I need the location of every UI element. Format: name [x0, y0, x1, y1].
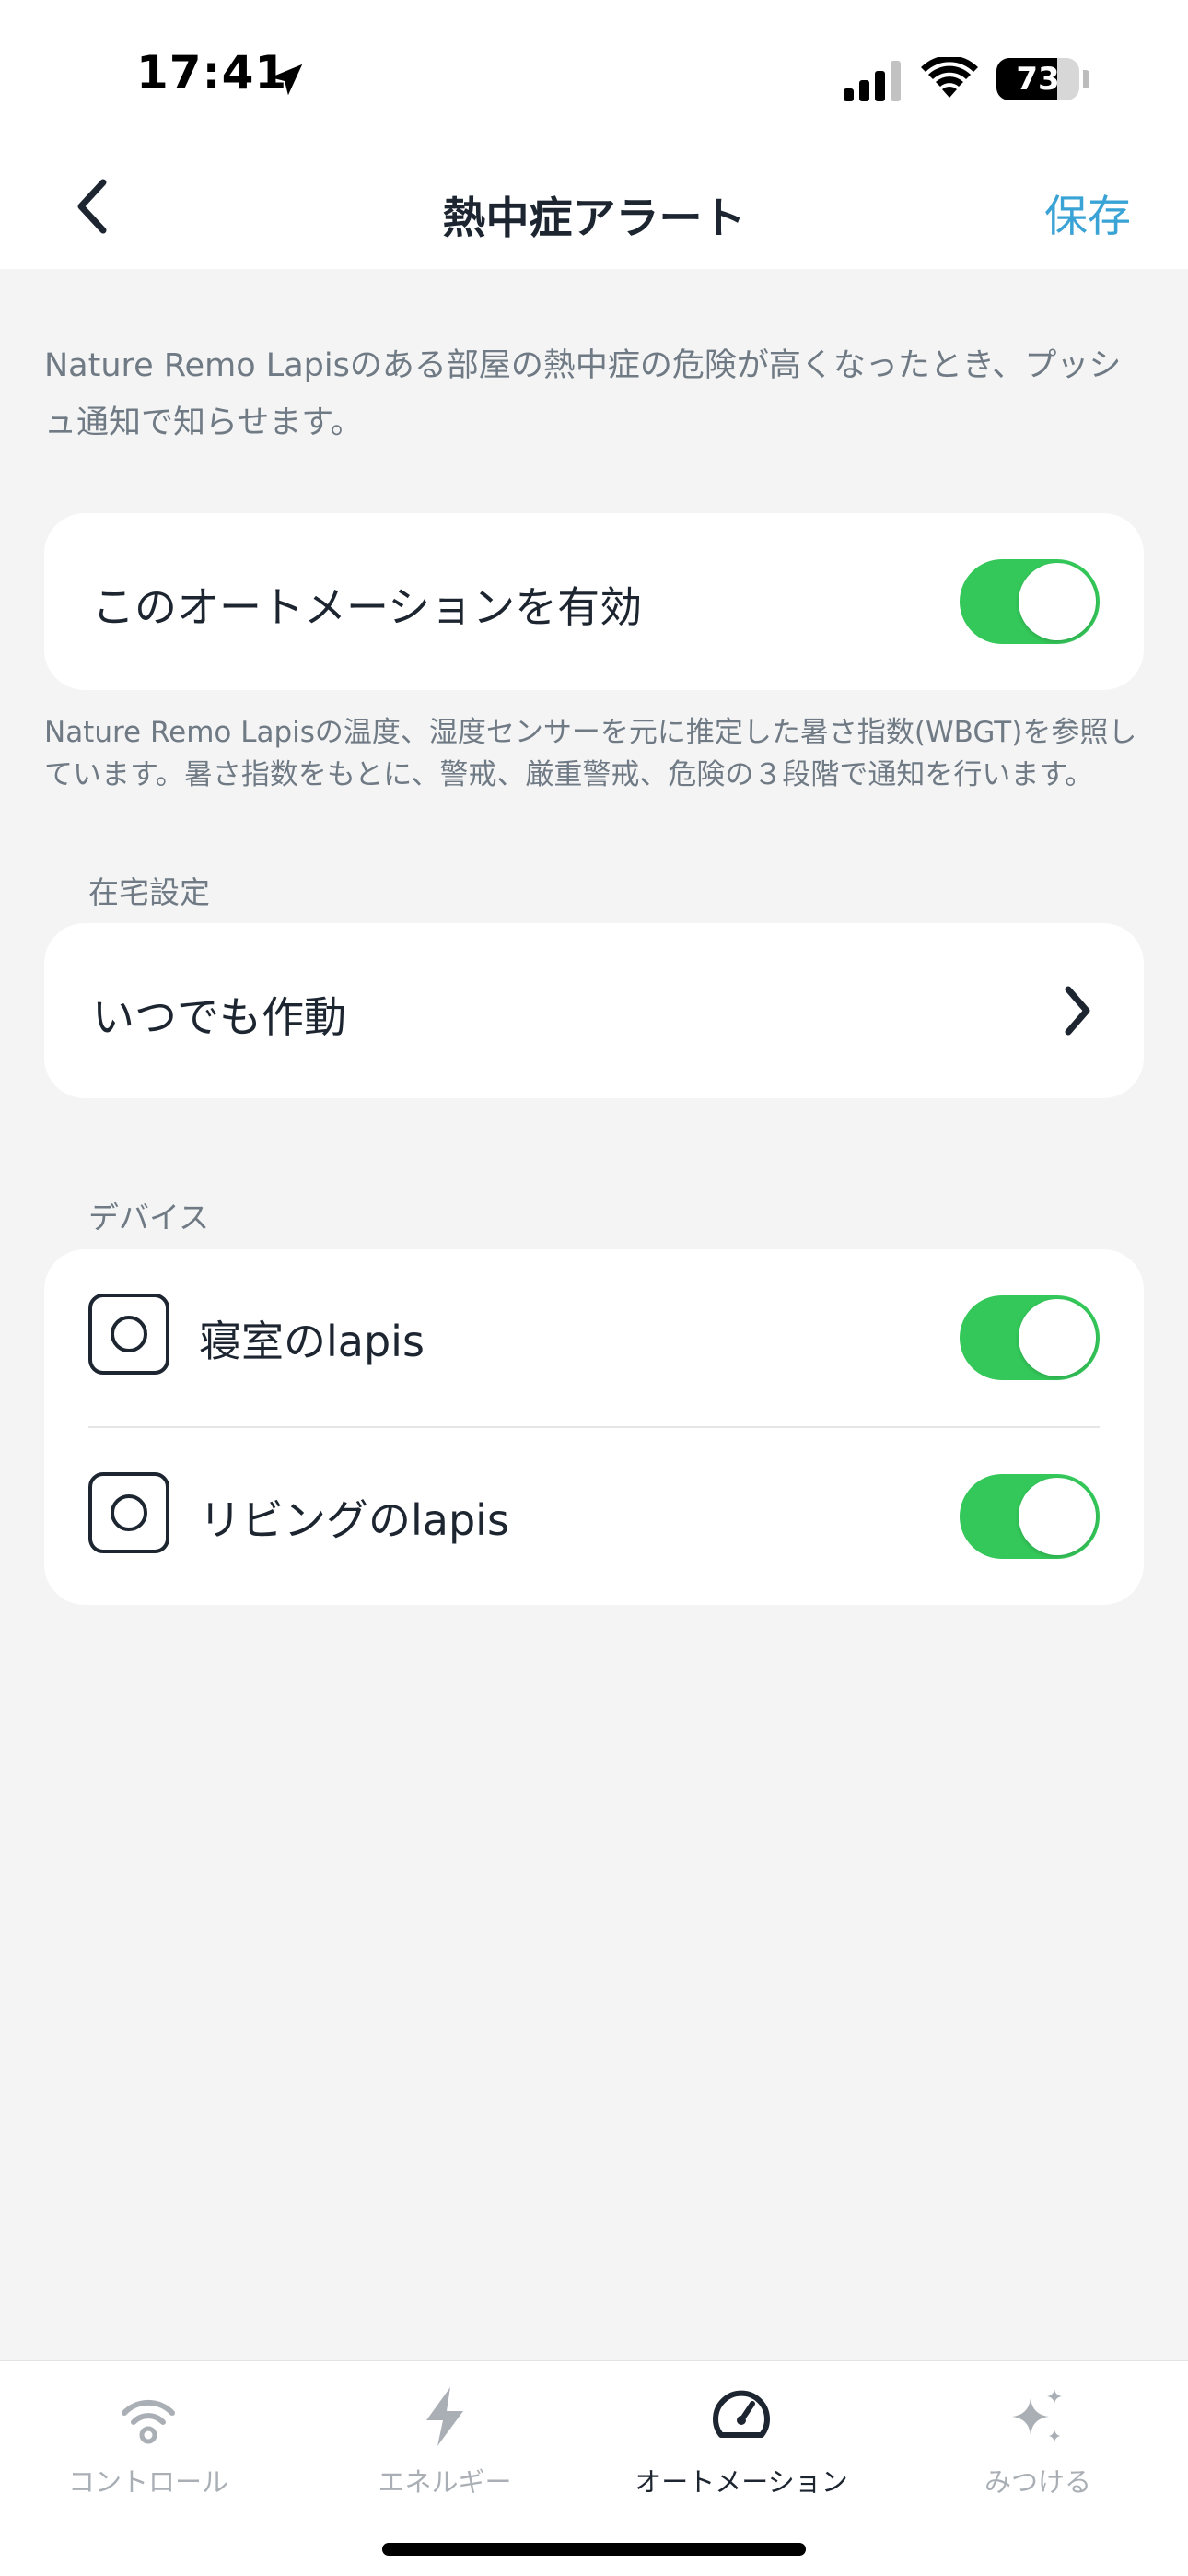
- home-indicator[interactable]: [382, 2543, 806, 2556]
- status-bar: 17:41 73: [0, 0, 1188, 147]
- enable-automation-label: このオートメーションを有効: [92, 582, 643, 632]
- lightning-bolt-icon: [426, 2387, 463, 2446]
- home-setting-value: いつでも作動: [92, 992, 346, 1042]
- toggle-knob: [1019, 1478, 1096, 1555]
- tab-energy[interactable]: エネルギー: [297, 2361, 593, 2500]
- tab-automation[interactable]: オートメーション: [593, 2361, 890, 2500]
- lapis-device-icon: [88, 1472, 169, 1553]
- battery-percent: 73: [1016, 61, 1060, 98]
- divider: [88, 1426, 1100, 1428]
- device-name-living: リビングのlapis: [199, 1495, 509, 1545]
- device-toggle-bedroom[interactable]: [960, 1295, 1100, 1380]
- toggle-knob: [1019, 563, 1096, 640]
- wbgt-note: Nature Remo Lapisの温度、湿度センサーを元に推定した暑さ指数(W…: [44, 716, 1137, 791]
- enable-automation-toggle[interactable]: [960, 559, 1100, 644]
- wifi-icon: [921, 57, 978, 98]
- toggle-knob: [1019, 1299, 1096, 1376]
- section-label-home-setting: 在宅設定: [88, 874, 210, 910]
- tab-label: エネルギー: [378, 2466, 512, 2498]
- tab-label: オートメーション: [635, 2466, 848, 2498]
- enable-automation-card: このオートメーションを有効: [44, 513, 1144, 690]
- lapis-device-icon: [88, 1294, 169, 1375]
- section-label-devices: デバイス: [88, 1200, 210, 1235]
- location-arrow-icon: [270, 64, 303, 96]
- battery-cap: [1083, 70, 1089, 88]
- home-setting-row[interactable]: いつでも作動: [44, 923, 1144, 1098]
- chevron-right-icon: [1065, 986, 1090, 1036]
- tab-discover[interactable]: みつける: [890, 2361, 1186, 2500]
- tab-control[interactable]: コントロール: [0, 2361, 297, 2500]
- navigation-bar: 熱中症アラート 保存: [0, 147, 1188, 269]
- device-name-bedroom: 寝室のlapis: [199, 1317, 425, 1366]
- battery-icon: 73: [996, 58, 1079, 100]
- automation-gauge-icon: [713, 2390, 770, 2438]
- alert-description: Nature Remo Lapisのある部屋の熱中症の危険が高くなったとき、プッ…: [44, 347, 1122, 441]
- tab-label: コントロール: [67, 2466, 228, 2498]
- device-toggle-living[interactable]: [960, 1474, 1100, 1559]
- control-signal-icon: [122, 2399, 175, 2444]
- tab-label: みつける: [984, 2466, 1091, 2498]
- devices-card: 寝室のlapis リビングのlapis: [44, 1249, 1144, 1605]
- save-button[interactable]: 保存: [1044, 181, 1131, 244]
- sparkles-icon: [1012, 2389, 1062, 2442]
- signal-bars-icon: [844, 61, 901, 101]
- page-title: 熱中症アラート: [442, 193, 746, 244]
